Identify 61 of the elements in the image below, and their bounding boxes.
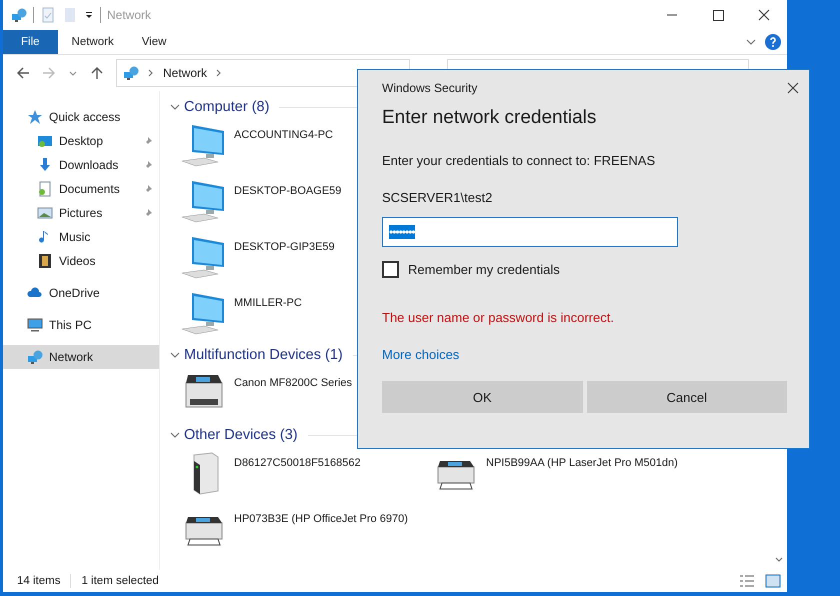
group-header[interactable]: Multifunction Devices (1) (184, 347, 343, 363)
dropdown-icon[interactable] (84, 10, 94, 20)
prompt-text: Enter your credentials to connect to: FREENAS (382, 153, 656, 168)
film-icon (37, 253, 53, 269)
checkbox-label[interactable]: Remember my credentials (408, 262, 560, 277)
large-icons-view-icon[interactable] (765, 573, 781, 589)
sidebar-item[interactable]: Pictures (3, 201, 159, 225)
network-icon (27, 349, 43, 365)
pictures-icon (37, 205, 53, 221)
sidebar-item[interactable]: Network (3, 345, 159, 369)
documents-icon (37, 181, 53, 197)
chevron-down-icon[interactable] (170, 350, 180, 360)
dialog-button[interactable]: Cancel (586, 381, 787, 413)
star-icon (27, 109, 43, 125)
download-icon (37, 157, 53, 173)
dialog-heading: Enter network credentials (382, 107, 598, 129)
desktop-icon (37, 133, 53, 149)
network-device[interactable]: ACCOUNTING4-PC (180, 119, 334, 175)
item-count: 14 items (17, 575, 60, 587)
network-device[interactable]: NPI5B99AA (HP LaserJet Pro M501dn) (432, 447, 678, 503)
network-device[interactable]: DESKTOP-GIP3E59 (180, 231, 335, 287)
chevron-down-icon[interactable] (170, 430, 180, 440)
network-device[interactable]: MMILLER-PC (180, 287, 302, 343)
chevron-right-icon[interactable] (215, 69, 224, 77)
sidebar-item[interactable]: Desktop (3, 129, 159, 153)
network-device[interactable]: DESKTOP-BOAGE59 (180, 175, 342, 231)
selection-count: 1 item selected (81, 575, 159, 587)
error-message: The user name or password is incorrect. (382, 310, 615, 325)
chevron-right-icon[interactable] (147, 69, 155, 77)
close-icon[interactable] (787, 82, 799, 94)
back-arrow-icon[interactable] (16, 66, 30, 80)
sidebar-item[interactable]: Documents (3, 177, 159, 201)
ribbon-tab[interactable]: File (3, 30, 58, 54)
username-text: SCSERVER1\test2 (382, 190, 494, 205)
sidebar-item[interactable]: This PC (3, 313, 159, 337)
details-view-icon[interactable] (739, 573, 755, 589)
breadcrumb[interactable]: Network (163, 66, 208, 80)
dialog-button[interactable]: OK (382, 381, 582, 413)
sidebar-item[interactable]: Music (3, 225, 159, 249)
network-device[interactable]: D86127C50018F5168562 (180, 447, 361, 503)
window-title: Network (107, 8, 152, 22)
ribbon-tab[interactable]: Network (58, 30, 128, 54)
network-icon (123, 65, 139, 81)
sidebar-item[interactable]: Quick access (3, 105, 159, 129)
up-arrow-icon[interactable] (90, 66, 104, 80)
help-icon[interactable] (765, 34, 781, 50)
checkbox[interactable] (382, 261, 399, 278)
network-device[interactable]: Canon MF8200C Series (180, 367, 352, 423)
network-device[interactable]: HP073B3E (HP OfficeJet Pro 6970) (180, 503, 408, 559)
sidebar-item[interactable]: OneDrive (3, 281, 159, 305)
password-field[interactable]: •••••••• (382, 217, 678, 247)
ribbon-tab[interactable]: View (128, 30, 180, 54)
chevron-down-icon[interactable] (170, 102, 180, 112)
computer-icon (27, 317, 43, 333)
network-icon (11, 7, 27, 23)
more-choices-link[interactable]: More choices (382, 347, 460, 362)
group-header[interactable]: Computer (8) (184, 99, 270, 115)
sidebar-item[interactable]: Videos (3, 249, 159, 273)
scroll-down-icon[interactable] (775, 556, 783, 564)
group-header[interactable]: Other Devices (3) (184, 427, 298, 443)
sidebar-item[interactable]: Downloads (3, 153, 159, 177)
